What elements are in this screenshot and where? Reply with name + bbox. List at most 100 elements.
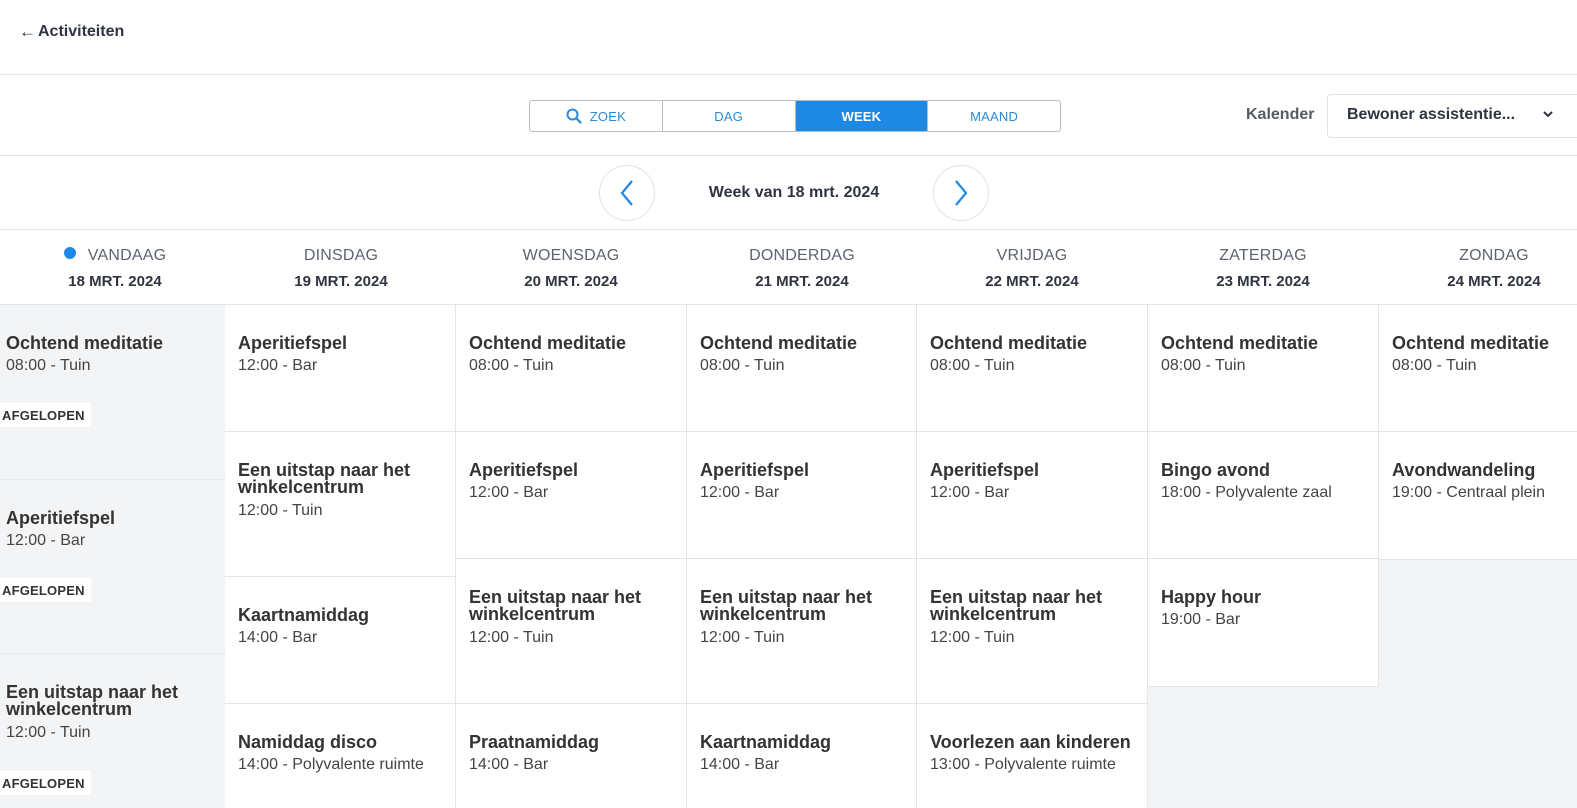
- back-link[interactable]: ← Activiteiten: [19, 22, 124, 42]
- day-header-wednesday: WOENSDAG 20 MRT. 2024: [456, 230, 686, 305]
- event-title: Ochtend meditatie: [930, 333, 1088, 353]
- day-header-tuesday: DINSDAG 19 MRT. 2024: [226, 230, 456, 305]
- day-header-today: VANDAAG 18 MRT. 2024: [0, 230, 230, 305]
- event-info: 12:00 - Tuin: [238, 502, 323, 519]
- event-card[interactable]: Kaartnamiddag 14:00 - Bar: [687, 704, 917, 808]
- status-badge: AFGELOPEN: [0, 403, 91, 427]
- event-title: Avondwandeling: [1392, 460, 1536, 480]
- event-card[interactable]: Ochtend meditatie 08:00 - Tuin: [456, 305, 687, 432]
- event-card[interactable]: Ochtend meditatie 08:00 - Tuin: [1379, 305, 1577, 432]
- event-title: Aperitiefspel: [469, 460, 579, 480]
- event-title: Ochtend meditatie: [1161, 333, 1319, 353]
- search-icon: [566, 108, 582, 124]
- event-title: Namiddag disco: [238, 732, 378, 752]
- event-title: Aperitiefspel: [930, 460, 1040, 480]
- event-info: 14:00 - Polyvalente ruimte: [238, 756, 424, 773]
- status-badge: AFGELOPEN: [0, 578, 91, 602]
- event-info: 12:00 - Bar: [6, 532, 86, 549]
- event-card[interactable]: Ochtend meditatie 08:00 - Tuin: [687, 305, 917, 432]
- event-info: 14:00 - Bar: [238, 629, 318, 646]
- event-title: Kaartnamiddag: [238, 605, 370, 625]
- event-title: Een uitstap naar het winkelcentrum: [930, 587, 1103, 624]
- event-info: 08:00 - Tuin: [930, 357, 1015, 374]
- event-info: 12:00 - Tuin: [930, 629, 1015, 646]
- event-card[interactable]: Namiddag disco 14:00 - Polyvalente ruimt…: [225, 704, 456, 808]
- event-info: 13:00 - Polyvalente ruimte: [930, 756, 1116, 773]
- event-card[interactable]: Aperitiefspel 12:00 - Bar: [456, 432, 687, 559]
- event-card[interactable]: Ochtend meditatie 08:00 - Tuin AFGELOPEN: [0, 305, 225, 480]
- event-card[interactable]: Praatnamiddag 14:00 - Bar: [456, 704, 687, 808]
- event-card[interactable]: Aperitiefspel 12:00 - Bar: [917, 432, 1148, 559]
- event-card[interactable]: Aperitiefspel 12:00 - Bar: [225, 305, 456, 432]
- event-card[interactable]: Bingo avond 18:00 - Polyvalente zaal: [1148, 432, 1379, 559]
- top-bar: ← Activiteiten: [0, 0, 1577, 75]
- day-header-thursday: DONDERDAG 21 MRT. 2024: [687, 230, 917, 305]
- event-title: Bingo avond: [1161, 460, 1270, 480]
- day-date: 18 MRT. 2024: [68, 273, 162, 290]
- day-date: 23 MRT. 2024: [1216, 273, 1310, 290]
- event-card[interactable]: Ochtend meditatie 08:00 - Tuin: [917, 305, 1148, 432]
- event-info: 08:00 - Tuin: [469, 357, 554, 374]
- event-card[interactable]: Avondwandeling 19:00 - Centraal plein: [1379, 432, 1577, 560]
- view-switch: ZOEK DAG WEEK MAAND: [529, 100, 1061, 132]
- event-info: 08:00 - Tuin: [700, 357, 785, 374]
- day-date: 21 MRT. 2024: [755, 273, 849, 290]
- view-month-button[interactable]: MAAND: [928, 101, 1060, 131]
- event-title: Kaartnamiddag: [700, 732, 832, 752]
- event-title: Ochtend meditatie: [1392, 333, 1550, 353]
- day-date: 20 MRT. 2024: [524, 273, 618, 290]
- day-name: ZONDAG: [1459, 247, 1529, 264]
- day-date: 24 MRT. 2024: [1447, 273, 1541, 290]
- event-card[interactable]: Aperitiefspel 12:00 - Bar AFGELOPEN: [0, 480, 225, 654]
- chevron-left-icon: [620, 180, 633, 206]
- event-card[interactable]: Aperitiefspel 12:00 - Bar: [687, 432, 917, 559]
- event-info: 12:00 - Bar: [238, 357, 318, 374]
- event-title: Een uitstap naar het winkelcentrum: [6, 682, 179, 719]
- day-name: ZATERDAG: [1219, 247, 1307, 264]
- day-header-sunday: ZONDAG 24 MRT. 2024: [1379, 230, 1577, 305]
- back-link-label: Activiteiten: [38, 23, 125, 40]
- event-info: 08:00 - Tuin: [1161, 357, 1246, 374]
- previous-week-button[interactable]: [599, 165, 655, 221]
- event-card[interactable]: Een uitstap naar het winkelcentrum 12:00…: [0, 654, 225, 808]
- status-badge: AFGELOPEN: [0, 771, 91, 795]
- view-week-button[interactable]: WEEK: [795, 101, 929, 131]
- event-title: Praatnamiddag: [469, 732, 600, 752]
- day-name: DONDERDAG: [749, 247, 855, 264]
- day-date: 22 MRT. 2024: [985, 273, 1079, 290]
- view-search-label: ZOEK: [589, 108, 626, 124]
- event-card[interactable]: Een uitstap naar het winkelcentrum 12:00…: [456, 559, 687, 704]
- calendar-select[interactable]: Bewoner assistentie...: [1327, 94, 1577, 138]
- view-day-button[interactable]: DAG: [663, 101, 796, 131]
- event-info: 14:00 - Bar: [700, 756, 780, 773]
- view-toolbar: ZOEK DAG WEEK MAAND Kalender Bewoner ass…: [0, 76, 1577, 156]
- event-card[interactable]: Happy hour 19:00 - Bar: [1148, 559, 1379, 687]
- event-card[interactable]: Kaartnamiddag 14:00 - Bar: [225, 577, 456, 704]
- event-info: 12:00 - Bar: [469, 484, 549, 501]
- event-info: 12:00 - Bar: [700, 484, 780, 501]
- chevron-right-icon: [955, 180, 968, 206]
- event-title: Aperitiefspel: [6, 508, 116, 528]
- event-title: Ochtend meditatie: [6, 333, 164, 353]
- event-card[interactable]: Voorlezen aan kinderen 13:00 - Polyvalen…: [917, 704, 1148, 808]
- day-name: WOENSDAG: [522, 247, 620, 264]
- event-title: Ochtend meditatie: [469, 333, 627, 353]
- event-card[interactable]: Een uitstap naar het winkelcentrum 12:00…: [225, 432, 456, 577]
- day-headers: VANDAAG 18 MRT. 2024 DINSDAG 19 MRT. 202…: [0, 230, 1577, 305]
- event-title: Happy hour: [1161, 587, 1262, 607]
- event-info: 12:00 - Tuin: [6, 724, 91, 741]
- event-title: Een uitstap naar het winkelcentrum: [700, 587, 873, 624]
- event-card[interactable]: Ochtend meditatie 08:00 - Tuin: [1148, 305, 1379, 432]
- event-info: 14:00 - Bar: [469, 756, 549, 773]
- event-card[interactable]: Een uitstap naar het winkelcentrum 12:00…: [687, 559, 917, 704]
- next-week-button[interactable]: [933, 165, 989, 221]
- back-arrow-icon: ←: [19, 22, 36, 41]
- event-title: Een uitstap naar het winkelcentrum: [469, 587, 642, 624]
- view-search-button[interactable]: ZOEK: [530, 101, 663, 131]
- calendar-label: Kalender: [1246, 106, 1315, 123]
- event-card[interactable]: Een uitstap naar het winkelcentrum 12:00…: [917, 559, 1148, 704]
- event-info: 19:00 - Centraal plein: [1392, 484, 1545, 501]
- event-info: 12:00 - Tuin: [469, 629, 554, 646]
- event-title: Aperitiefspel: [238, 333, 348, 353]
- event-info: 12:00 - Bar: [930, 484, 1010, 501]
